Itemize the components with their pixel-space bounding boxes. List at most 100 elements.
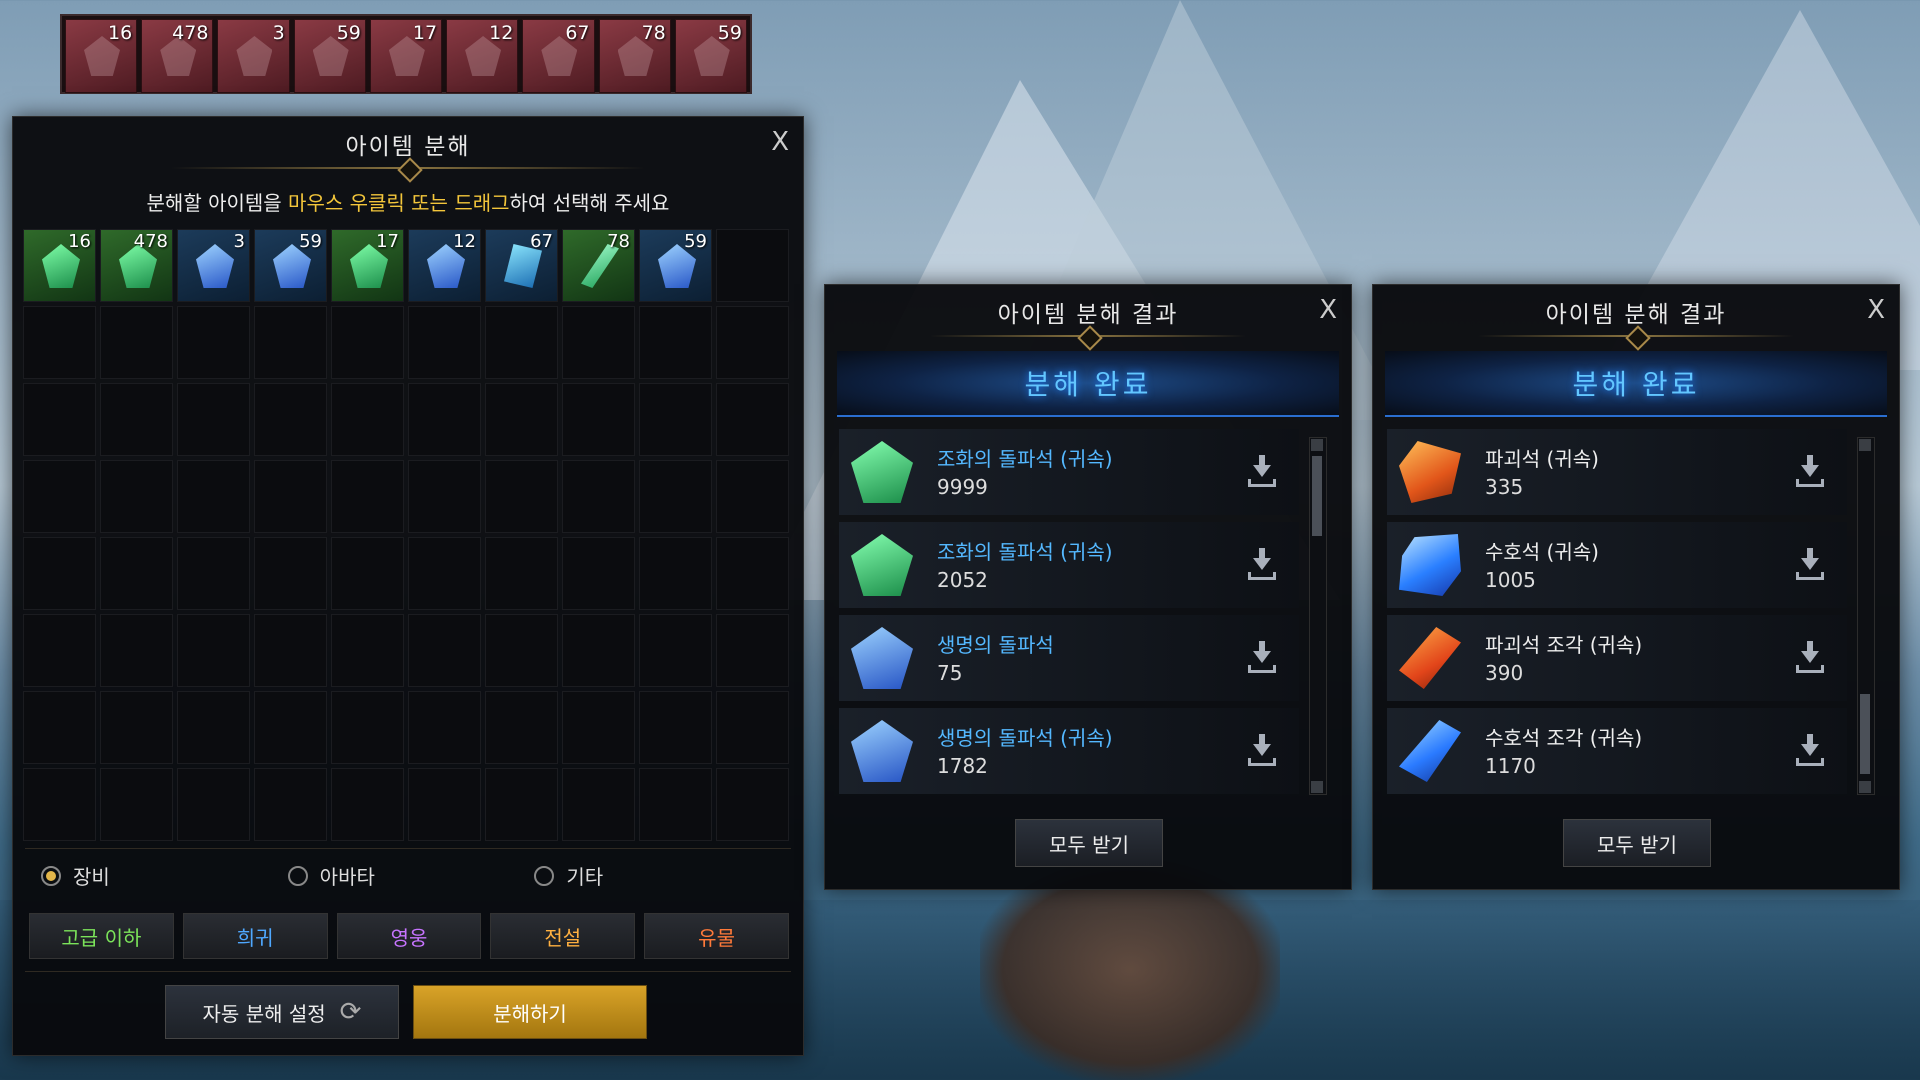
item-slot[interactable] <box>639 537 712 610</box>
download-icon[interactable] <box>1247 548 1277 582</box>
item-slot[interactable] <box>716 383 789 456</box>
item-slot[interactable] <box>408 614 481 687</box>
item-slot[interactable] <box>562 768 635 841</box>
download-icon[interactable] <box>1795 455 1825 489</box>
hotbar-slot[interactable]: 59 <box>293 19 366 93</box>
item-slot[interactable] <box>485 691 558 764</box>
item-slot[interactable] <box>716 460 789 533</box>
item-slot[interactable] <box>254 768 327 841</box>
item-slot[interactable] <box>100 460 173 533</box>
hotbar-slot[interactable]: 16 <box>65 19 138 93</box>
scrollbar[interactable] <box>1857 437 1875 795</box>
item-slot[interactable]: 16 <box>23 229 96 302</box>
item-slot[interactable] <box>408 768 481 841</box>
hotbar-slot[interactable]: 478 <box>141 19 214 93</box>
item-slot[interactable]: 3 <box>177 229 250 302</box>
scroll-thumb[interactable] <box>1312 456 1322 536</box>
item-slot[interactable] <box>254 383 327 456</box>
download-icon[interactable] <box>1795 734 1825 768</box>
item-slot[interactable] <box>485 614 558 687</box>
download-icon[interactable] <box>1795 548 1825 582</box>
item-slot[interactable] <box>100 306 173 379</box>
item-slot[interactable]: 78 <box>562 229 635 302</box>
item-slot[interactable] <box>716 306 789 379</box>
item-slot[interactable] <box>177 383 250 456</box>
hotbar-slot[interactable]: 17 <box>369 19 443 93</box>
item-slot[interactable] <box>716 614 789 687</box>
scroll-thumb[interactable] <box>1860 694 1870 774</box>
item-slot[interactable] <box>639 383 712 456</box>
item-slot[interactable] <box>639 306 712 379</box>
item-slot[interactable] <box>562 460 635 533</box>
hotbar-slot[interactable]: 3 <box>217 19 290 93</box>
item-slot[interactable] <box>331 691 404 764</box>
item-slot[interactable] <box>639 614 712 687</box>
scroll-up-icon[interactable] <box>1311 439 1323 451</box>
grade-hero-button[interactable]: 영웅 <box>336 913 482 959</box>
item-slot[interactable] <box>23 691 96 764</box>
item-slot[interactable] <box>254 614 327 687</box>
item-slot[interactable] <box>639 768 712 841</box>
scroll-down-icon[interactable] <box>1859 781 1871 793</box>
item-slot[interactable] <box>177 691 250 764</box>
item-slot[interactable] <box>331 306 404 379</box>
item-slot[interactable] <box>485 383 558 456</box>
scroll-down-icon[interactable] <box>1311 781 1323 793</box>
item-slot[interactable] <box>23 537 96 610</box>
grade-rare-button[interactable]: 희귀 <box>182 913 328 959</box>
item-slot[interactable]: 478 <box>100 229 173 302</box>
item-slot[interactable] <box>254 537 327 610</box>
radio-etc[interactable]: 기타 <box>534 861 781 890</box>
item-slot[interactable] <box>562 306 635 379</box>
item-slot[interactable] <box>485 460 558 533</box>
radio-avatar[interactable]: 아바타 <box>287 861 535 890</box>
item-slot[interactable] <box>100 537 173 610</box>
item-slot[interactable] <box>562 614 635 687</box>
item-slot[interactable] <box>485 306 558 379</box>
item-slot[interactable] <box>331 383 404 456</box>
radio-equipment[interactable]: 장비 <box>41 861 288 890</box>
item-slot[interactable] <box>254 691 327 764</box>
close-button[interactable]: X <box>1867 295 1885 325</box>
item-slot[interactable] <box>177 768 250 841</box>
item-slot[interactable] <box>177 460 250 533</box>
item-slot[interactable] <box>254 460 327 533</box>
item-slot[interactable] <box>485 537 558 610</box>
auto-disassemble-settings-button[interactable]: 자동 분해 설정 ⟳ <box>165 985 399 1039</box>
close-button[interactable]: X <box>1319 295 1337 325</box>
disassemble-button[interactable]: 분해하기 <box>413 985 647 1039</box>
item-slot[interactable] <box>408 537 481 610</box>
item-slot[interactable] <box>23 460 96 533</box>
item-slot[interactable] <box>562 537 635 610</box>
item-slot[interactable] <box>331 768 404 841</box>
item-slot[interactable] <box>639 691 712 764</box>
item-slot[interactable] <box>408 691 481 764</box>
item-slot[interactable] <box>562 383 635 456</box>
receive-all-button[interactable]: 모두 받기 <box>1563 819 1711 867</box>
item-slot[interactable] <box>177 614 250 687</box>
grade-relic-button[interactable]: 유물 <box>644 913 789 959</box>
item-slot[interactable]: 17 <box>331 229 404 302</box>
receive-all-button[interactable]: 모두 받기 <box>1015 819 1163 867</box>
download-icon[interactable] <box>1795 641 1825 675</box>
scroll-up-icon[interactable] <box>1859 439 1871 451</box>
item-slot[interactable] <box>100 768 173 841</box>
item-slot[interactable] <box>408 383 481 456</box>
hotbar-slot[interactable]: 59 <box>674 19 747 93</box>
item-slot[interactable]: 12 <box>408 229 481 302</box>
close-button[interactable]: X <box>771 127 789 157</box>
item-slot[interactable] <box>331 537 404 610</box>
grade-legend-button[interactable]: 전설 <box>490 913 636 959</box>
item-slot[interactable]: 67 <box>485 229 558 302</box>
item-slot[interactable]: 59 <box>254 229 327 302</box>
item-slot[interactable] <box>331 460 404 533</box>
item-slot[interactable] <box>331 614 404 687</box>
item-slot[interactable] <box>562 691 635 764</box>
item-slot[interactable] <box>100 691 173 764</box>
download-icon[interactable] <box>1247 734 1277 768</box>
item-slot[interactable]: 59 <box>639 229 712 302</box>
item-slot[interactable] <box>23 306 96 379</box>
item-slot[interactable] <box>485 768 558 841</box>
item-slot[interactable] <box>639 460 712 533</box>
grade-advanced-button[interactable]: 고급 이하 <box>29 913 174 959</box>
